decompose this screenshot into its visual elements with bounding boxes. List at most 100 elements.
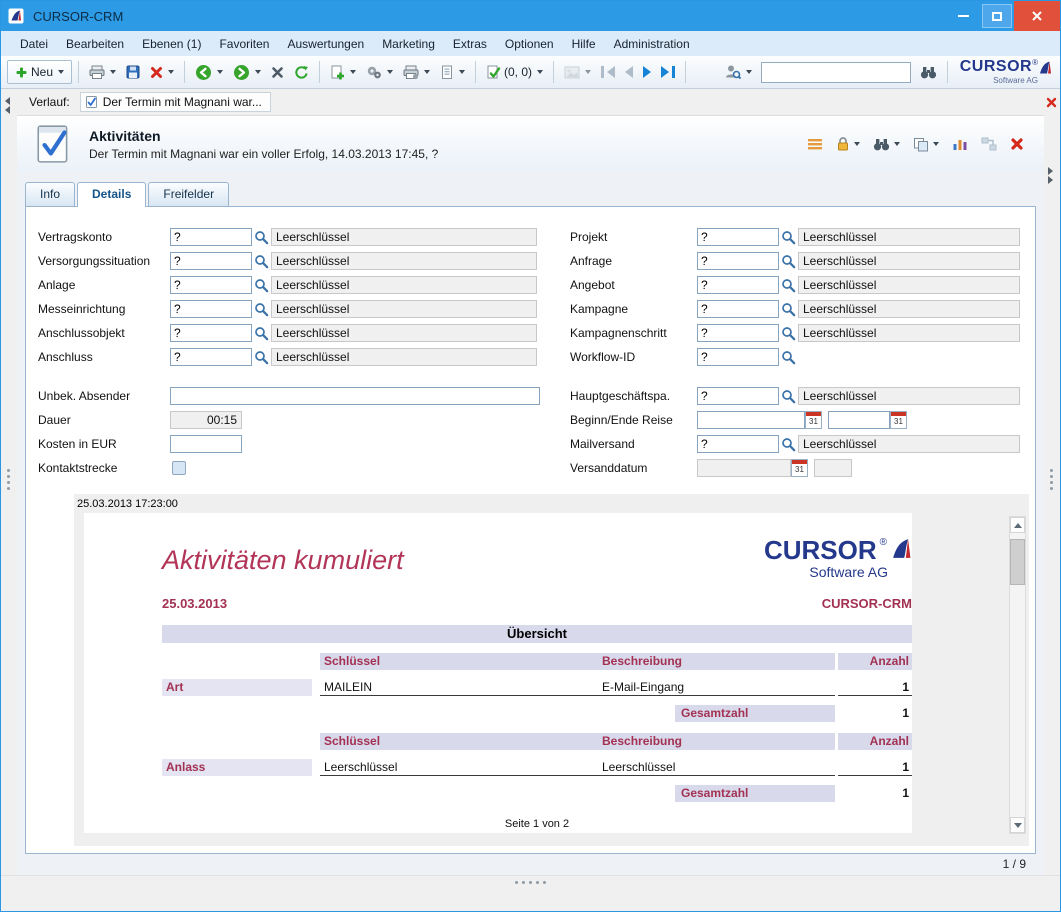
key-input[interactable] <box>170 348 252 366</box>
delete-x-icon <box>150 66 163 79</box>
tab-info[interactable]: Info <box>25 182 75 206</box>
key-input[interactable] <box>697 252 779 270</box>
date-input-end[interactable] <box>828 411 890 429</box>
close-record-button[interactable] <box>1010 137 1024 151</box>
lookup-search-icon[interactable] <box>253 350 270 365</box>
forward-button[interactable] <box>229 60 265 84</box>
lock-button[interactable] <box>836 136 860 152</box>
back-button[interactable] <box>191 60 227 84</box>
key-input[interactable] <box>170 252 252 270</box>
mass-print-button[interactable] <box>399 60 434 84</box>
new-button[interactable]: Neu <box>7 60 72 84</box>
menu-item-datei[interactable]: Datei <box>11 33 57 55</box>
tab-freifelder[interactable]: Freifelder <box>148 182 229 206</box>
scroll-up-button[interactable] <box>1010 517 1025 533</box>
lookup-search-icon[interactable] <box>780 278 797 293</box>
find-button[interactable] <box>916 60 941 84</box>
search-record-button[interactable] <box>873 138 900 151</box>
lookup-search-icon[interactable] <box>780 254 797 269</box>
calendar-button[interactable]: 31 <box>791 459 808 477</box>
lookup-search-icon[interactable] <box>253 254 270 269</box>
form-row-left-10: Kontaktstrecke <box>38 456 540 480</box>
close-button[interactable] <box>1014 1 1060 31</box>
lookup-search-icon[interactable] <box>780 350 797 365</box>
key-input[interactable] <box>170 324 252 342</box>
menu-item-optionen[interactable]: Optionen <box>496 33 563 55</box>
image-button[interactable] <box>560 60 595 84</box>
nav-next-button[interactable] <box>639 60 655 84</box>
text-input[interactable] <box>170 387 540 405</box>
serial-letter-button[interactable] <box>436 60 469 84</box>
text-input[interactable] <box>170 435 242 453</box>
calendar-button[interactable]: 31 <box>805 411 822 429</box>
key-input[interactable] <box>697 348 779 366</box>
collapse-left-panel-handle[interactable] <box>5 97 10 114</box>
lookup-search-icon[interactable] <box>780 302 797 317</box>
left-splitter-grip[interactable] <box>7 469 10 490</box>
lookup-search-icon[interactable] <box>780 326 797 341</box>
key-input[interactable] <box>697 228 779 246</box>
cancel-button[interactable] <box>267 60 288 84</box>
calendar-button[interactable]: 31 <box>890 411 907 429</box>
lookup-search-icon[interactable] <box>253 278 270 293</box>
menu-item-administration[interactable]: Administration <box>605 33 699 55</box>
lookup-search-icon[interactable] <box>780 389 797 404</box>
form-row-left-8: Dauer00:15 <box>38 408 540 432</box>
delete-button[interactable] <box>146 60 178 84</box>
lookup-search-icon[interactable] <box>780 437 797 452</box>
close-history-button[interactable] <box>1046 97 1057 111</box>
key-input[interactable] <box>170 300 252 318</box>
lookup-search-icon[interactable] <box>780 230 797 245</box>
lookup-search-icon[interactable] <box>253 230 270 245</box>
key-input[interactable] <box>170 276 252 294</box>
save-button[interactable] <box>122 60 144 84</box>
date-input-start[interactable] <box>697 411 805 429</box>
history-item[interactable]: Der Termin mit Magnani war... <box>80 92 271 112</box>
nav-last-button[interactable] <box>657 60 679 84</box>
minimize-button[interactable] <box>946 1 980 31</box>
selection-count-button[interactable]: (0, 0) <box>482 60 547 84</box>
menu-item-hilfe[interactable]: Hilfe <box>563 33 605 55</box>
nav-previous-button[interactable] <box>621 60 637 84</box>
menu-item-marketing[interactable]: Marketing <box>373 33 444 55</box>
chart-button[interactable] <box>952 137 968 151</box>
list-view-button[interactable] <box>807 137 823 151</box>
key-input[interactable] <box>170 228 252 246</box>
scroll-down-button[interactable] <box>1010 817 1025 833</box>
report-scrollbar[interactable] <box>1009 516 1026 834</box>
tab-details[interactable]: Details <box>77 182 146 207</box>
chevron-down-icon <box>894 142 900 146</box>
key-input[interactable] <box>697 435 779 453</box>
menu-item-ebenen-1-[interactable]: Ebenen (1) <box>133 33 210 55</box>
checkbox[interactable] <box>172 461 186 475</box>
copy-record-button[interactable] <box>913 137 939 152</box>
print-button[interactable] <box>85 60 120 84</box>
chevron-down-icon <box>217 70 223 74</box>
settings-button[interactable] <box>362 60 397 84</box>
lookup-search-icon[interactable] <box>253 302 270 317</box>
bottom-splitter-grip[interactable] <box>1 875 1060 889</box>
right-splitter-grip[interactable] <box>1050 469 1053 490</box>
collapse-right-panel-handle[interactable] <box>1048 167 1053 184</box>
maximize-button[interactable] <box>982 4 1012 28</box>
right-panel-splitter[interactable] <box>1044 89 1060 875</box>
key-input[interactable] <box>697 387 779 405</box>
key-input[interactable] <box>697 324 779 342</box>
key-input[interactable] <box>697 300 779 318</box>
menu-item-bearbeiten[interactable]: Bearbeiten <box>57 33 133 55</box>
person-search-button[interactable] <box>720 60 756 84</box>
key-input[interactable] <box>697 276 779 294</box>
menu-item-favoriten[interactable]: Favoriten <box>210 33 278 55</box>
menu-item-auswertungen[interactable]: Auswertungen <box>278 33 373 55</box>
new-record-button[interactable] <box>326 60 360 84</box>
scrollbar-thumb[interactable] <box>1010 539 1025 585</box>
workflow-button[interactable] <box>981 137 997 151</box>
lookup-search-icon[interactable] <box>253 326 270 341</box>
menu-item-extras[interactable]: Extras <box>444 33 496 55</box>
left-panel-splitter[interactable] <box>1 89 17 875</box>
chevron-down-icon <box>255 70 261 74</box>
toolbar-search-input[interactable] <box>761 62 911 83</box>
scrollbar-track[interactable] <box>1010 533 1025 817</box>
refresh-button[interactable] <box>290 60 313 84</box>
nav-first-button[interactable] <box>597 60 619 84</box>
